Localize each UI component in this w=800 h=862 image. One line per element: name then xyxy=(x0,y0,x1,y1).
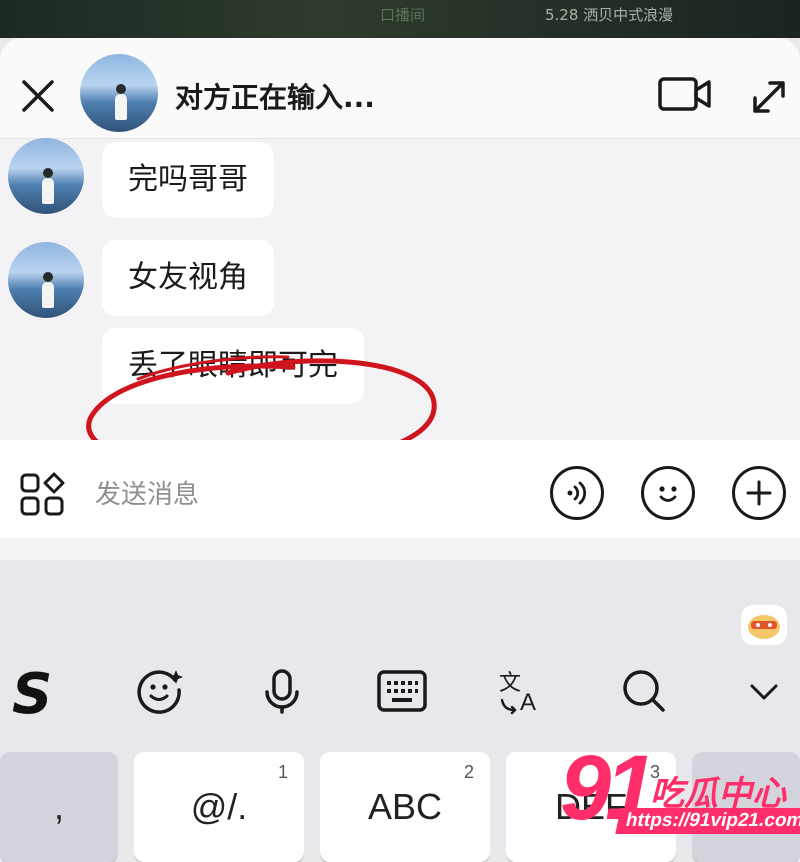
close-icon[interactable] xyxy=(18,76,58,116)
message-input[interactable]: 发送消息 xyxy=(95,474,199,511)
video-overlay-text: 口播间 xyxy=(380,6,426,24)
video-overlay-text-right: 5.28 洒贝中式浪漫 xyxy=(545,6,674,24)
sender-avatar[interactable] xyxy=(8,138,84,214)
apps-icon[interactable] xyxy=(18,472,70,518)
video-call-icon[interactable] xyxy=(657,76,713,112)
voice-icon[interactable] xyxy=(550,466,604,520)
watermark: 91 吃瓜中心 https://91vip21.com xyxy=(560,737,800,842)
svg-text:文: 文 xyxy=(499,671,521,696)
search-icon[interactable] xyxy=(617,664,671,718)
sender-avatar[interactable] xyxy=(8,242,84,318)
chat-title: 对方正在输入... xyxy=(175,81,375,114)
background-video: 口播间 5.28 洒贝中式浪漫 xyxy=(0,0,800,38)
chat-header: 对方正在输入... xyxy=(0,38,800,139)
chevron-down-icon[interactable] xyxy=(737,664,791,718)
sticker-icon[interactable] xyxy=(741,605,787,645)
microphone-icon[interactable] xyxy=(255,664,309,718)
emoji-icon[interactable] xyxy=(641,466,695,520)
message-bubble[interactable]: 丢了眼睛即可完 xyxy=(102,328,364,404)
plus-icon[interactable] xyxy=(732,466,786,520)
sogou-logo-icon[interactable]: S xyxy=(12,662,52,727)
key-1[interactable]: 1 @/. xyxy=(134,752,304,862)
sticker-face-icon[interactable] xyxy=(133,664,187,718)
expand-icon[interactable] xyxy=(750,78,788,116)
message-bubble[interactable]: 女友视角 xyxy=(102,240,274,316)
message-bubble[interactable]: 完吗哥哥 xyxy=(102,142,274,218)
key-2[interactable]: 2 ABC xyxy=(320,752,490,862)
svg-text:A: A xyxy=(520,689,536,716)
contact-avatar[interactable] xyxy=(80,54,158,132)
keyboard-icon[interactable] xyxy=(375,664,429,718)
key-comma[interactable]: , xyxy=(0,752,118,862)
translate-icon[interactable]: 文 A xyxy=(496,664,550,718)
watermark-url: https://91vip21.com xyxy=(615,808,800,834)
